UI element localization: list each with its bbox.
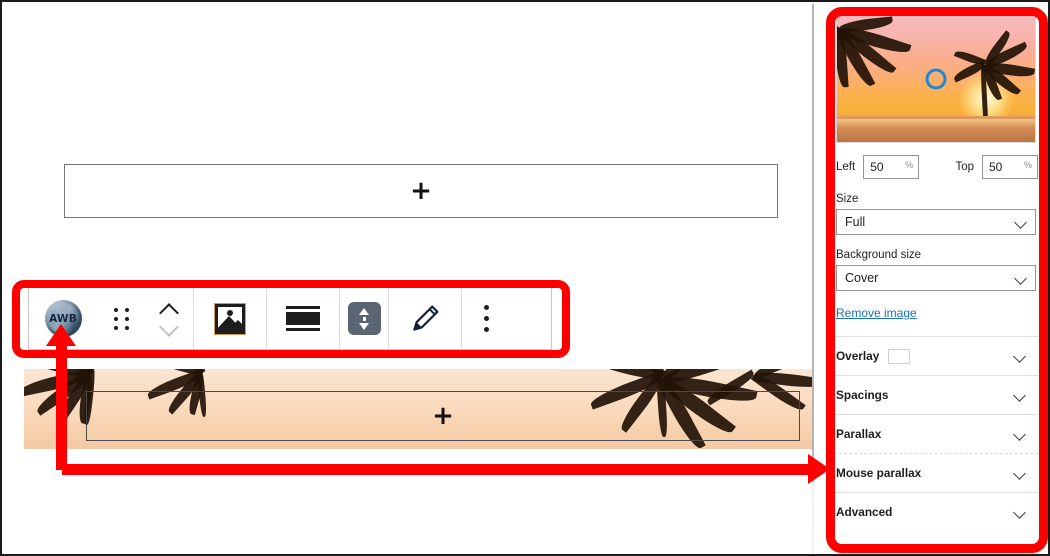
awb-background-block[interactable]: + xyxy=(24,369,814,449)
edit-button[interactable] xyxy=(389,288,461,349)
image-icon xyxy=(215,303,245,334)
background-size-select[interactable]: Cover xyxy=(836,265,1036,291)
chevron-down-icon xyxy=(1014,272,1027,285)
chevron-up-icon[interactable] xyxy=(159,304,179,315)
pencil-icon xyxy=(413,305,439,331)
panel-title: Spacings xyxy=(836,388,889,402)
focal-point-handle-icon[interactable] xyxy=(925,68,947,90)
left-coordinate-input[interactable] xyxy=(864,156,901,178)
size-field-group: Size Full xyxy=(836,193,1038,235)
palm-silhouette-preview-left xyxy=(837,16,935,118)
kebab-menu-icon xyxy=(483,305,489,332)
toolbar-group-block: AWB xyxy=(29,288,194,349)
toolbar-group-media xyxy=(194,288,267,349)
block-toolbar: AWB xyxy=(28,287,552,350)
panel-row-parallax[interactable]: Parallax xyxy=(834,414,1038,453)
left-coordinate-field[interactable]: % xyxy=(863,155,920,179)
plus-icon: + xyxy=(432,401,454,431)
panel-title: Overlay xyxy=(836,349,880,363)
left-coordinate-label: Left xyxy=(836,161,856,173)
chevron-down-icon xyxy=(1013,428,1026,441)
panel-title: Mouse parallax xyxy=(836,466,922,480)
app-window: + + AWB Left 50 % Top 50 % Size Full Bac… xyxy=(0,0,1050,556)
panel-title: Parallax xyxy=(836,427,882,441)
toolbar-group-more xyxy=(462,288,510,349)
chevron-down-icon xyxy=(1013,350,1026,363)
size-select[interactable]: Full xyxy=(836,209,1036,235)
focal-coordinates-row: Left % Top % xyxy=(836,155,1038,179)
more-options-button[interactable] xyxy=(462,288,510,349)
drag-handle-button[interactable] xyxy=(97,288,145,349)
height-button[interactable] xyxy=(340,288,388,349)
panel-row-spacings[interactable]: Spacings xyxy=(834,375,1038,414)
editor-canvas: + + xyxy=(2,2,814,554)
top-coordinate-label: Top xyxy=(955,161,974,173)
panel-row-mouse-parallax[interactable]: Mouse parallax xyxy=(834,453,1038,492)
media-button[interactable] xyxy=(194,288,266,349)
top-coordinate-field[interactable]: % xyxy=(982,155,1038,179)
chevron-down-icon[interactable] xyxy=(159,323,179,334)
plus-icon: + xyxy=(410,176,432,206)
block-movers[interactable] xyxy=(145,288,193,349)
chevron-down-icon xyxy=(1013,467,1026,480)
toolbar-group-edit xyxy=(389,288,462,349)
background-size-label: Background size xyxy=(836,249,922,261)
chevron-down-icon xyxy=(1013,389,1026,402)
align-button[interactable] xyxy=(267,288,339,349)
full-height-icon xyxy=(347,302,381,335)
toolbar-group-align xyxy=(267,288,340,349)
drag-handle-icon xyxy=(113,307,129,330)
empty-block-appender-top[interactable]: + xyxy=(64,164,778,218)
chevron-down-icon xyxy=(1014,216,1027,229)
awb-inner-block-appender[interactable]: + xyxy=(86,391,800,441)
percent-suffix: % xyxy=(1023,160,1032,170)
panel-title: Advanced xyxy=(836,505,893,519)
sea-horizon xyxy=(837,116,1035,142)
settings-panel-list: Overlay Spacings Parallax Mouse parallax… xyxy=(834,336,1040,531)
chevron-down-icon xyxy=(1013,506,1026,519)
panel-row-advanced[interactable]: Advanced xyxy=(834,492,1038,531)
toolbar-group-height xyxy=(340,288,389,349)
overlay-color-swatch[interactable] xyxy=(888,348,911,364)
size-select-value: Full xyxy=(845,215,866,229)
block-type-button[interactable]: AWB xyxy=(29,288,97,349)
block-settings-sidebar: Left % Top % Size Full Background size C… xyxy=(834,15,1040,547)
background-size-field-group: Background size Cover xyxy=(836,249,1038,291)
canvas-scrollbar-thumb[interactable] xyxy=(812,4,814,482)
align-full-width-icon xyxy=(286,306,320,331)
background-size-select-value: Cover xyxy=(845,271,879,285)
focal-point-picker[interactable] xyxy=(836,15,1036,143)
top-coordinate-input[interactable] xyxy=(983,156,1019,178)
remove-image-link[interactable]: Remove image xyxy=(836,306,917,320)
percent-suffix: % xyxy=(905,160,914,170)
size-label: Size xyxy=(836,193,859,205)
panel-row-overlay[interactable]: Overlay xyxy=(834,336,1038,375)
awb-logo-icon: AWB xyxy=(44,300,82,337)
